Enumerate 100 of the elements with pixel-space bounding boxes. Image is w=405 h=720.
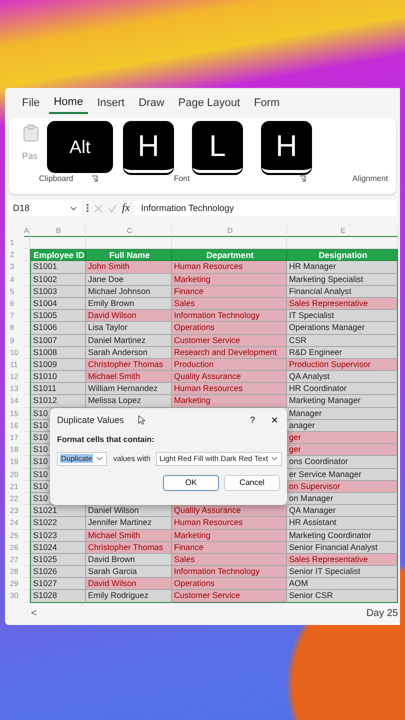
table-cell: AOM	[287, 578, 398, 590]
table-cell: ger	[287, 444, 398, 456]
more-icon[interactable]	[86, 203, 89, 213]
help-button[interactable]: ?	[246, 414, 259, 425]
chevron-down-icon[interactable]	[271, 456, 278, 462]
table-cell: HR Coordinator	[287, 383, 398, 396]
table-cell: S1009	[30, 358, 86, 372]
table-cell: S1022	[30, 517, 86, 530]
table-cell: Sales Representative	[287, 298, 398, 310]
table-cell: on Manager	[287, 492, 398, 506]
table-cell: S1026	[30, 566, 86, 578]
table-cell: Sales	[172, 554, 287, 566]
table-cell: Manager	[287, 408, 398, 420]
table-cell: Production Supervisor	[287, 358, 398, 372]
table-cell: S1025	[30, 554, 86, 566]
name-box[interactable]: D18	[9, 200, 81, 216]
table-cell: Sales Representative	[287, 554, 398, 566]
table-cell: S1027	[30, 578, 86, 590]
table-cell: Lisa Taylor	[86, 322, 172, 334]
clipboard-icon[interactable]	[23, 124, 39, 142]
table-cell: Michael Smith	[86, 530, 172, 542]
keyboard-key: L	[192, 121, 243, 173]
table-cell: Emily Rodriguez	[86, 590, 172, 603]
table-cell: Senior IT Specialist	[287, 566, 398, 578]
keyboard-key: Alt	[47, 121, 113, 173]
table-cell: ons Coordinator	[287, 456, 398, 469]
table-cell: QA Analyst	[287, 371, 398, 384]
table-cell: Quality Assurance	[172, 505, 287, 518]
column-heading: Department	[172, 249, 287, 262]
table-cell: Information Technology	[172, 566, 287, 578]
table-cell: Operations	[172, 578, 287, 590]
table-cell: Marketing Manager	[287, 395, 398, 408]
table-cell: Christopher Thomas	[86, 358, 172, 372]
table-cell: Melissa Lopez	[86, 395, 172, 408]
table-cell: S1023	[30, 530, 86, 542]
table-cell: Customer Service	[172, 334, 287, 347]
table-cell: Research and Development	[172, 346, 287, 359]
table-cell: Marketing Coordinator	[287, 530, 398, 542]
table-cell: Michael Johnson	[86, 286, 172, 298]
mouse-cursor-icon	[138, 414, 145, 425]
table-cell: Financial Analyst	[287, 286, 398, 298]
table-cell: S1007	[30, 334, 86, 347]
table-cell: Marketing	[172, 274, 287, 286]
ribbon-tab[interactable]: Draw	[134, 93, 170, 113]
table-cell: Operations	[172, 322, 287, 334]
column-heading: Full Name	[86, 249, 172, 262]
table-cell: QA Manager	[287, 505, 398, 518]
ribbon-tab[interactable]: Page Layout	[173, 93, 246, 113]
table-cell: Finance	[172, 542, 287, 554]
table-cell: S1028	[30, 590, 86, 603]
dialog-launcher-icon[interactable]	[299, 175, 306, 182]
table-cell: Operations Manager	[287, 322, 398, 334]
keyboard-key: H	[261, 121, 312, 173]
ribbon-tab[interactable]: Insert	[92, 93, 130, 113]
table-cell: Human Resources	[172, 261, 287, 274]
insert-function-button[interactable]: fx	[122, 202, 130, 214]
ribbon-tab[interactable]: Home	[48, 92, 88, 114]
table-cell: ger	[287, 432, 398, 444]
table-cell: S1004	[30, 298, 86, 310]
chevron-down-icon[interactable]	[96, 456, 104, 462]
table-cell: Sarah Anderson	[86, 346, 172, 359]
table-cell: S1024	[30, 542, 86, 554]
ribbon-group-label: Clipboard	[39, 174, 74, 183]
table-cell: Marketing Specialist	[287, 274, 398, 286]
dialog-launcher-icon[interactable]	[91, 175, 98, 182]
table-cell: S1010	[30, 371, 86, 384]
table-cell: Jane Doe	[86, 274, 172, 286]
table-cell: Senior CSR	[287, 590, 398, 603]
sheet-tab[interactable]: Day 25	[364, 608, 400, 620]
table-cell: Sarah Garcia	[86, 566, 172, 578]
table-cell: S1012	[30, 395, 86, 408]
formula-field[interactable]: Information Technology	[134, 200, 396, 216]
sheet-scroll-button[interactable]: <	[25, 607, 43, 620]
table-cell: Senior Financial Analyst	[287, 542, 398, 554]
table-cell: David Wilson	[86, 578, 172, 590]
dialog-button[interactable]: Cancel	[224, 474, 280, 491]
table-cell: Sales	[172, 298, 287, 310]
table-cell: William Hernandez	[86, 383, 172, 396]
table-cell: S1021	[30, 505, 86, 518]
paste-label[interactable]: Pas	[22, 151, 38, 161]
table-cell: S1008	[30, 346, 86, 359]
table-cell: CSR	[287, 334, 398, 347]
table-cell: Production	[172, 358, 287, 372]
table-cell: Marketing	[172, 530, 287, 542]
table-cell: HR Manager	[287, 261, 398, 274]
table-cell: Human Resources	[172, 383, 287, 396]
table-cell: R&D Engineer	[287, 346, 398, 359]
column-heading: Employee ID	[30, 249, 86, 262]
ribbon-tab[interactable]: File	[17, 93, 45, 113]
table-cell: Human Resources	[172, 517, 287, 530]
ribbon-group-label: Font	[174, 174, 190, 183]
table-cell: er Service Manager	[287, 468, 398, 481]
table-cell: anager	[287, 420, 398, 432]
table-cell: Christopher Thomas	[86, 542, 172, 554]
close-button[interactable]: ×	[268, 412, 280, 427]
dialog-button[interactable]: OK	[163, 474, 219, 491]
table-cell: S1003	[30, 286, 86, 298]
table-cell: S1011	[30, 383, 86, 396]
ribbon-tab[interactable]: Form	[249, 93, 285, 113]
table-cell: Daniel Martinez	[86, 334, 172, 347]
